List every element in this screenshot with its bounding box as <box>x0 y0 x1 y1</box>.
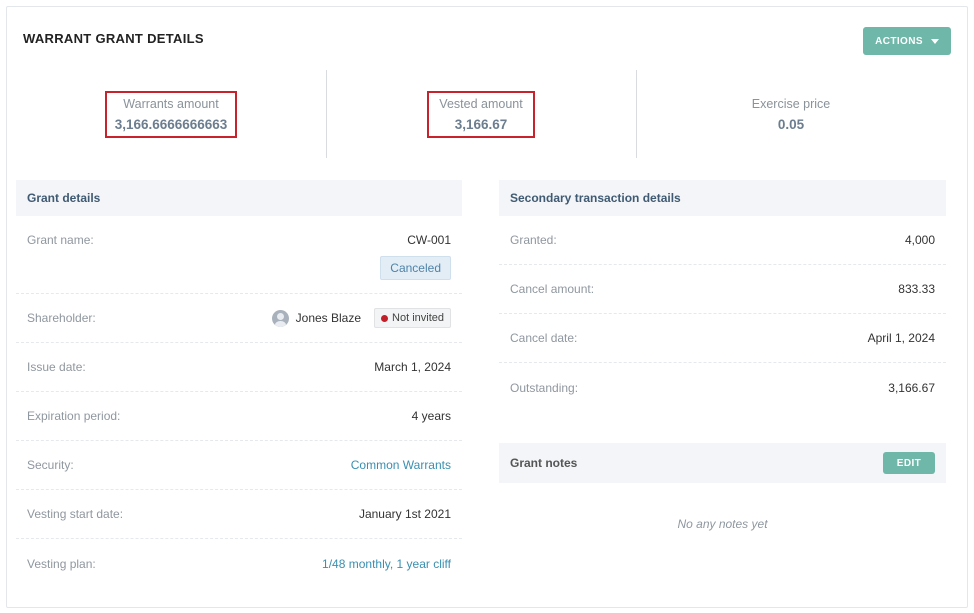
invite-status-label: Not invited <box>392 312 444 324</box>
shareholder-name[interactable]: Jones Blaze <box>296 311 361 325</box>
stat-value: 3,166.67 <box>454 116 508 132</box>
stat-value: 3,166.6666666663 <box>114 116 228 132</box>
invite-status-badge: Not invited <box>374 308 451 328</box>
granted-row: Granted: 4,000 <box>499 216 946 265</box>
stat-value: 0.05 <box>777 116 805 132</box>
summary-stats: Warrants amount 3,166.6666666663 Vested … <box>16 70 946 158</box>
stat-exercise-price: Exercise price 0.05 <box>636 70 946 158</box>
row-label: Security: <box>27 458 74 472</box>
row-label: Shareholder: <box>27 311 96 325</box>
edit-notes-button[interactable]: EDIT <box>883 452 935 474</box>
grant-notes-header: Grant notes EDIT <box>499 443 946 483</box>
vesting-start-row: Vesting start date: January 1st 2021 <box>16 490 462 539</box>
row-label: Cancel amount: <box>510 282 595 296</box>
actions-button-label: ACTIONS <box>875 35 923 47</box>
row-label: Vesting start date: <box>27 507 124 521</box>
grant-details-heading: Grant details <box>16 180 462 216</box>
row-label: Vesting plan: <box>27 556 96 571</box>
grant-notes-title: Grant notes <box>510 456 578 470</box>
cancel-amount-value: 833.33 <box>898 282 935 296</box>
security-link[interactable]: Common Warrants <box>351 458 451 472</box>
stat-highlight-box: Warrants amount 3,166.6666666663 <box>104 90 238 138</box>
expiration-row: Expiration period: 4 years <box>16 392 462 441</box>
issue-date-row: Issue date: March 1, 2024 <box>16 343 462 392</box>
vesting-start-value: January 1st 2021 <box>358 507 451 521</box>
stat-highlight-box: Vested amount 3,166.67 <box>427 90 535 138</box>
shareholder-row: Shareholder: Jones Blaze Not invited <box>16 294 462 343</box>
stat-warrants-amount: Warrants amount 3,166.6666666663 <box>16 70 326 158</box>
row-label: Outstanding: <box>510 380 579 395</box>
stat-vested-amount: Vested amount 3,166.67 <box>326 70 636 158</box>
grant-name-value: CW-001 <box>407 233 451 247</box>
outstanding-row: Outstanding: 3,166.67 <box>499 363 946 412</box>
status-dot-icon <box>381 314 389 322</box>
expiration-value: 4 years <box>411 409 451 423</box>
grant-details-panel: Grant details Grant name: CW-001 Cancele… <box>16 180 462 588</box>
row-label: Granted: <box>510 233 557 247</box>
stat-label: Vested amount <box>439 96 523 111</box>
grant-name-row: Grant name: CW-001 Canceled <box>16 216 462 294</box>
actions-dropdown-button[interactable]: ACTIONS <box>863 27 951 55</box>
stat-box: Exercise price 0.05 <box>744 93 839 136</box>
stat-label: Warrants amount <box>123 96 219 111</box>
stat-label: Exercise price <box>751 96 831 111</box>
vesting-plan-link[interactable]: 1/48 monthly, 1 year cliff <box>322 557 451 571</box>
notes-empty-text: No any notes yet <box>677 517 768 531</box>
caret-down-icon <box>930 38 939 44</box>
row-label: Cancel date: <box>510 331 578 345</box>
issue-date-value: March 1, 2024 <box>374 360 451 374</box>
page-title: WARRANT GRANT DETAILS <box>23 31 204 46</box>
status-badge: Canceled <box>380 256 451 280</box>
secondary-heading: Secondary transaction details <box>499 180 946 216</box>
vesting-plan-row: Vesting plan: 1/48 monthly, 1 year cliff <box>16 539 462 588</box>
security-row: Security: Common Warrants <box>16 441 462 490</box>
outstanding-value: 3,166.67 <box>888 380 935 395</box>
granted-value: 4,000 <box>904 233 935 247</box>
row-label: Grant name: <box>27 233 94 247</box>
row-label: Issue date: <box>27 360 86 374</box>
avatar-icon <box>271 309 289 327</box>
cancel-date-value: April 1, 2024 <box>867 331 935 345</box>
row-label: Expiration period: <box>27 409 121 423</box>
cancel-amount-row: Cancel amount: 833.33 <box>499 265 946 314</box>
secondary-transaction-panel: Secondary transaction details Granted: 4… <box>499 180 946 531</box>
cancel-date-row: Cancel date: April 1, 2024 <box>499 314 946 363</box>
